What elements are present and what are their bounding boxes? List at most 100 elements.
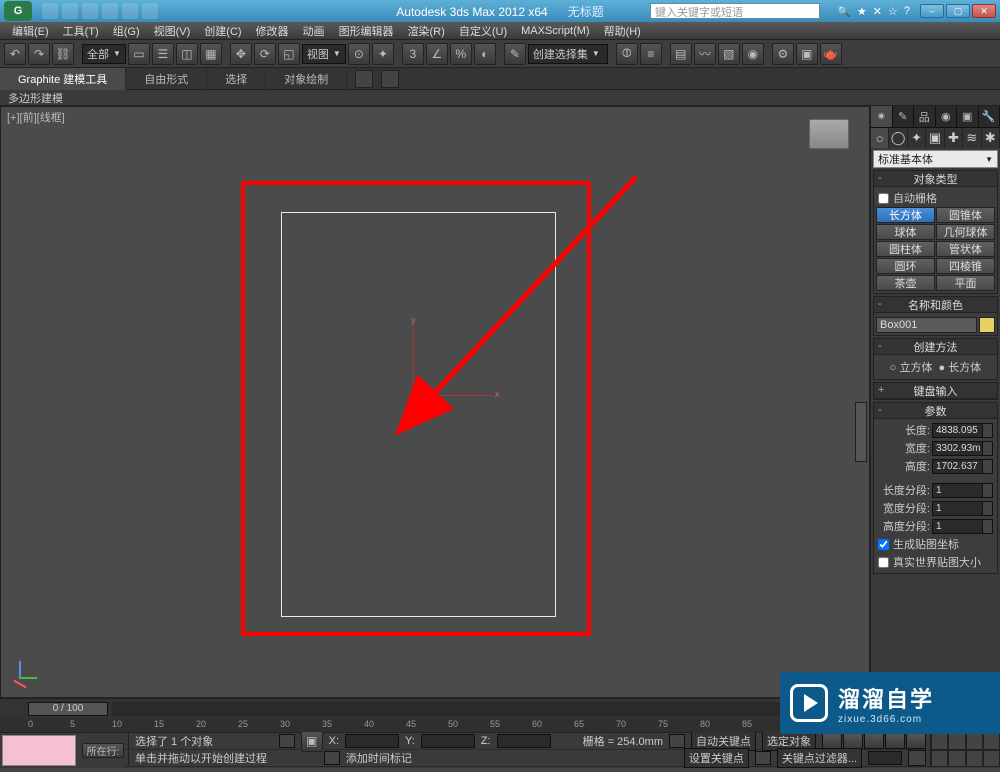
qat-save-icon[interactable] — [82, 3, 98, 19]
obj-teapot-button[interactable]: 茶壶 — [876, 275, 935, 291]
obj-torus-button[interactable]: 圆环 — [876, 258, 935, 274]
keyfilter-button[interactable]: 关键点过滤器... — [777, 748, 862, 768]
hseg-spinner[interactable]: 1 — [932, 519, 993, 534]
menu-group[interactable]: 组(G) — [107, 22, 146, 40]
autogrid-checkbox[interactable] — [878, 193, 889, 204]
material-editor-icon[interactable]: ◉ — [742, 43, 764, 65]
obj-sphere-button[interactable]: 球体 — [876, 224, 935, 240]
maximize-button[interactable]: ▢ — [946, 4, 970, 18]
isolate-icon[interactable] — [324, 751, 340, 765]
fov-icon[interactable] — [966, 733, 983, 750]
exchange-icon[interactable]: ✕ — [873, 5, 882, 18]
length-spinner[interactable]: 4838.095 — [932, 423, 993, 438]
minimize-button[interactable]: – — [920, 4, 944, 18]
pan-icon[interactable] — [931, 733, 948, 750]
named-selset-dropdown[interactable]: 创建选择集▼ — [528, 44, 608, 64]
edit-selset-icon[interactable]: ✎ — [504, 43, 526, 65]
menu-customize[interactable]: 自定义(U) — [453, 22, 513, 40]
pivot-icon[interactable]: ⊙ — [348, 43, 370, 65]
zoom-extents-icon[interactable] — [983, 733, 1000, 750]
trackbar-key[interactable] — [2, 735, 76, 766]
setkey-button[interactable]: 设置关键点 — [684, 748, 749, 768]
lseg-spinner[interactable]: 1 — [932, 483, 993, 498]
gen-mapcoords-checkbox[interactable] — [878, 539, 889, 550]
modify-tab-icon[interactable]: ✎ — [893, 106, 915, 127]
layers-icon[interactable]: ▤ — [670, 43, 692, 65]
height-spinner[interactable]: 1702.637 — [932, 459, 993, 474]
select-name-icon[interactable]: ☰ — [152, 43, 174, 65]
render-frame-icon[interactable]: ▣ — [796, 43, 818, 65]
display-tab-icon[interactable]: ▣ — [957, 106, 979, 127]
key-mode-icon[interactable] — [669, 734, 685, 748]
menu-edit[interactable]: 编辑(E) — [6, 22, 55, 40]
method-cube-radio[interactable]: ○ 立方体 — [890, 359, 933, 375]
rollout-header-label[interactable]: 对象类型 — [914, 174, 958, 186]
curve-editor-icon[interactable]: 〰 — [694, 43, 716, 65]
qat-more-icon[interactable] — [142, 3, 158, 19]
zoom-icon[interactable] — [948, 733, 965, 750]
geometry-category-dropdown[interactable]: 标准基本体▼ — [873, 150, 998, 168]
qat-undo-icon[interactable] — [102, 3, 118, 19]
percent-snap-icon[interactable]: % — [450, 43, 472, 65]
rollout-header-label[interactable]: 参数 — [925, 406, 947, 418]
window-crossing-icon[interactable]: ▦ — [200, 43, 222, 65]
realworld-checkbox[interactable] — [878, 557, 889, 568]
ribbon-tab-freeform[interactable]: 自由形式 — [126, 68, 207, 90]
snap-toggle-icon[interactable]: 3 — [402, 43, 424, 65]
mirror-icon[interactable]: ⦷ — [616, 43, 638, 65]
scale-icon[interactable]: ◱ — [278, 43, 300, 65]
menu-grapheditors[interactable]: 图形编辑器 — [333, 22, 400, 40]
menu-views[interactable]: 视图(V) — [148, 22, 197, 40]
next-frame-icon[interactable] — [885, 733, 905, 749]
manipulate-icon[interactable]: ✦ — [372, 43, 394, 65]
rollout-header-label[interactable]: 名称和颜色 — [908, 300, 963, 312]
ref-coord-dropdown[interactable]: 视图▼ — [302, 44, 346, 64]
geometry-icon[interactable]: ○ — [871, 128, 889, 148]
viewport-fov-slider[interactable] — [855, 402, 867, 462]
render-icon[interactable]: 🫖 — [820, 43, 842, 65]
hierarchy-tab-icon[interactable]: 品 — [914, 106, 936, 127]
create-tab-icon[interactable]: ✷ — [871, 106, 893, 127]
coord-x-input[interactable] — [345, 734, 399, 748]
add-time-tag-button[interactable]: 添加时间标记 — [346, 750, 412, 766]
shapes-icon[interactable]: ◯ — [889, 128, 907, 148]
menu-maxscript[interactable]: MAXScript(M) — [515, 24, 595, 38]
rollout-header-label[interactable]: 键盘输入 — [914, 386, 958, 398]
ribbon-tab-selection[interactable]: 选择 — [207, 68, 266, 90]
cameras-icon[interactable]: ▣ — [926, 128, 944, 148]
viewport[interactable]: [+][前][线框] y x — [0, 106, 870, 698]
link-icon[interactable]: ⛓ — [52, 43, 74, 65]
obj-cylinder-button[interactable]: 圆柱体 — [876, 241, 935, 257]
obj-plane-button[interactable]: 平面 — [936, 275, 995, 291]
viewcube-icon[interactable] — [809, 119, 849, 149]
obj-geosphere-button[interactable]: 几何球体 — [936, 224, 995, 240]
rollout-header-label[interactable]: 创建方法 — [914, 342, 958, 354]
obj-box-button[interactable]: 长方体 — [876, 207, 935, 223]
angle-snap-icon[interactable]: ∠ — [426, 43, 448, 65]
goto-end-icon[interactable] — [906, 733, 926, 749]
orbit-icon[interactable] — [948, 750, 965, 767]
maximize-viewport-icon[interactable] — [966, 750, 983, 767]
min-max-toggle-icon[interactable] — [983, 750, 1000, 767]
time-config-icon[interactable] — [908, 750, 926, 766]
align-icon[interactable]: ≡ — [640, 43, 662, 65]
keyfilter-icon[interactable] — [755, 751, 771, 765]
current-frame-input[interactable] — [868, 751, 902, 765]
qat-redo-icon[interactable] — [122, 3, 138, 19]
width-spinner[interactable]: 3302.93m — [932, 441, 993, 456]
redo-icon[interactable]: ↷ — [28, 43, 50, 65]
select-region-icon[interactable]: ◫ — [176, 43, 198, 65]
app-icon[interactable]: G — [4, 1, 32, 21]
close-button[interactable]: ✕ — [972, 4, 996, 18]
absolute-mode-icon[interactable]: ▣ — [301, 730, 323, 752]
rotate-icon[interactable]: ⟳ — [254, 43, 276, 65]
object-name-input[interactable]: Box001 — [876, 317, 977, 333]
menu-modifiers[interactable]: 修改器 — [250, 22, 295, 40]
spinner-snap-icon[interactable]: ◐ — [474, 43, 496, 65]
motion-tab-icon[interactable]: ◉ — [936, 106, 958, 127]
method-box-radio[interactable]: ● 长方体 — [939, 359, 982, 375]
goto-start-icon[interactable] — [822, 733, 842, 749]
help-search-input[interactable]: 键入关键字或短语 — [650, 3, 820, 19]
utilities-tab-icon[interactable]: 🔧 — [979, 106, 1000, 127]
favorite-icon[interactable]: ☆ — [888, 5, 898, 18]
